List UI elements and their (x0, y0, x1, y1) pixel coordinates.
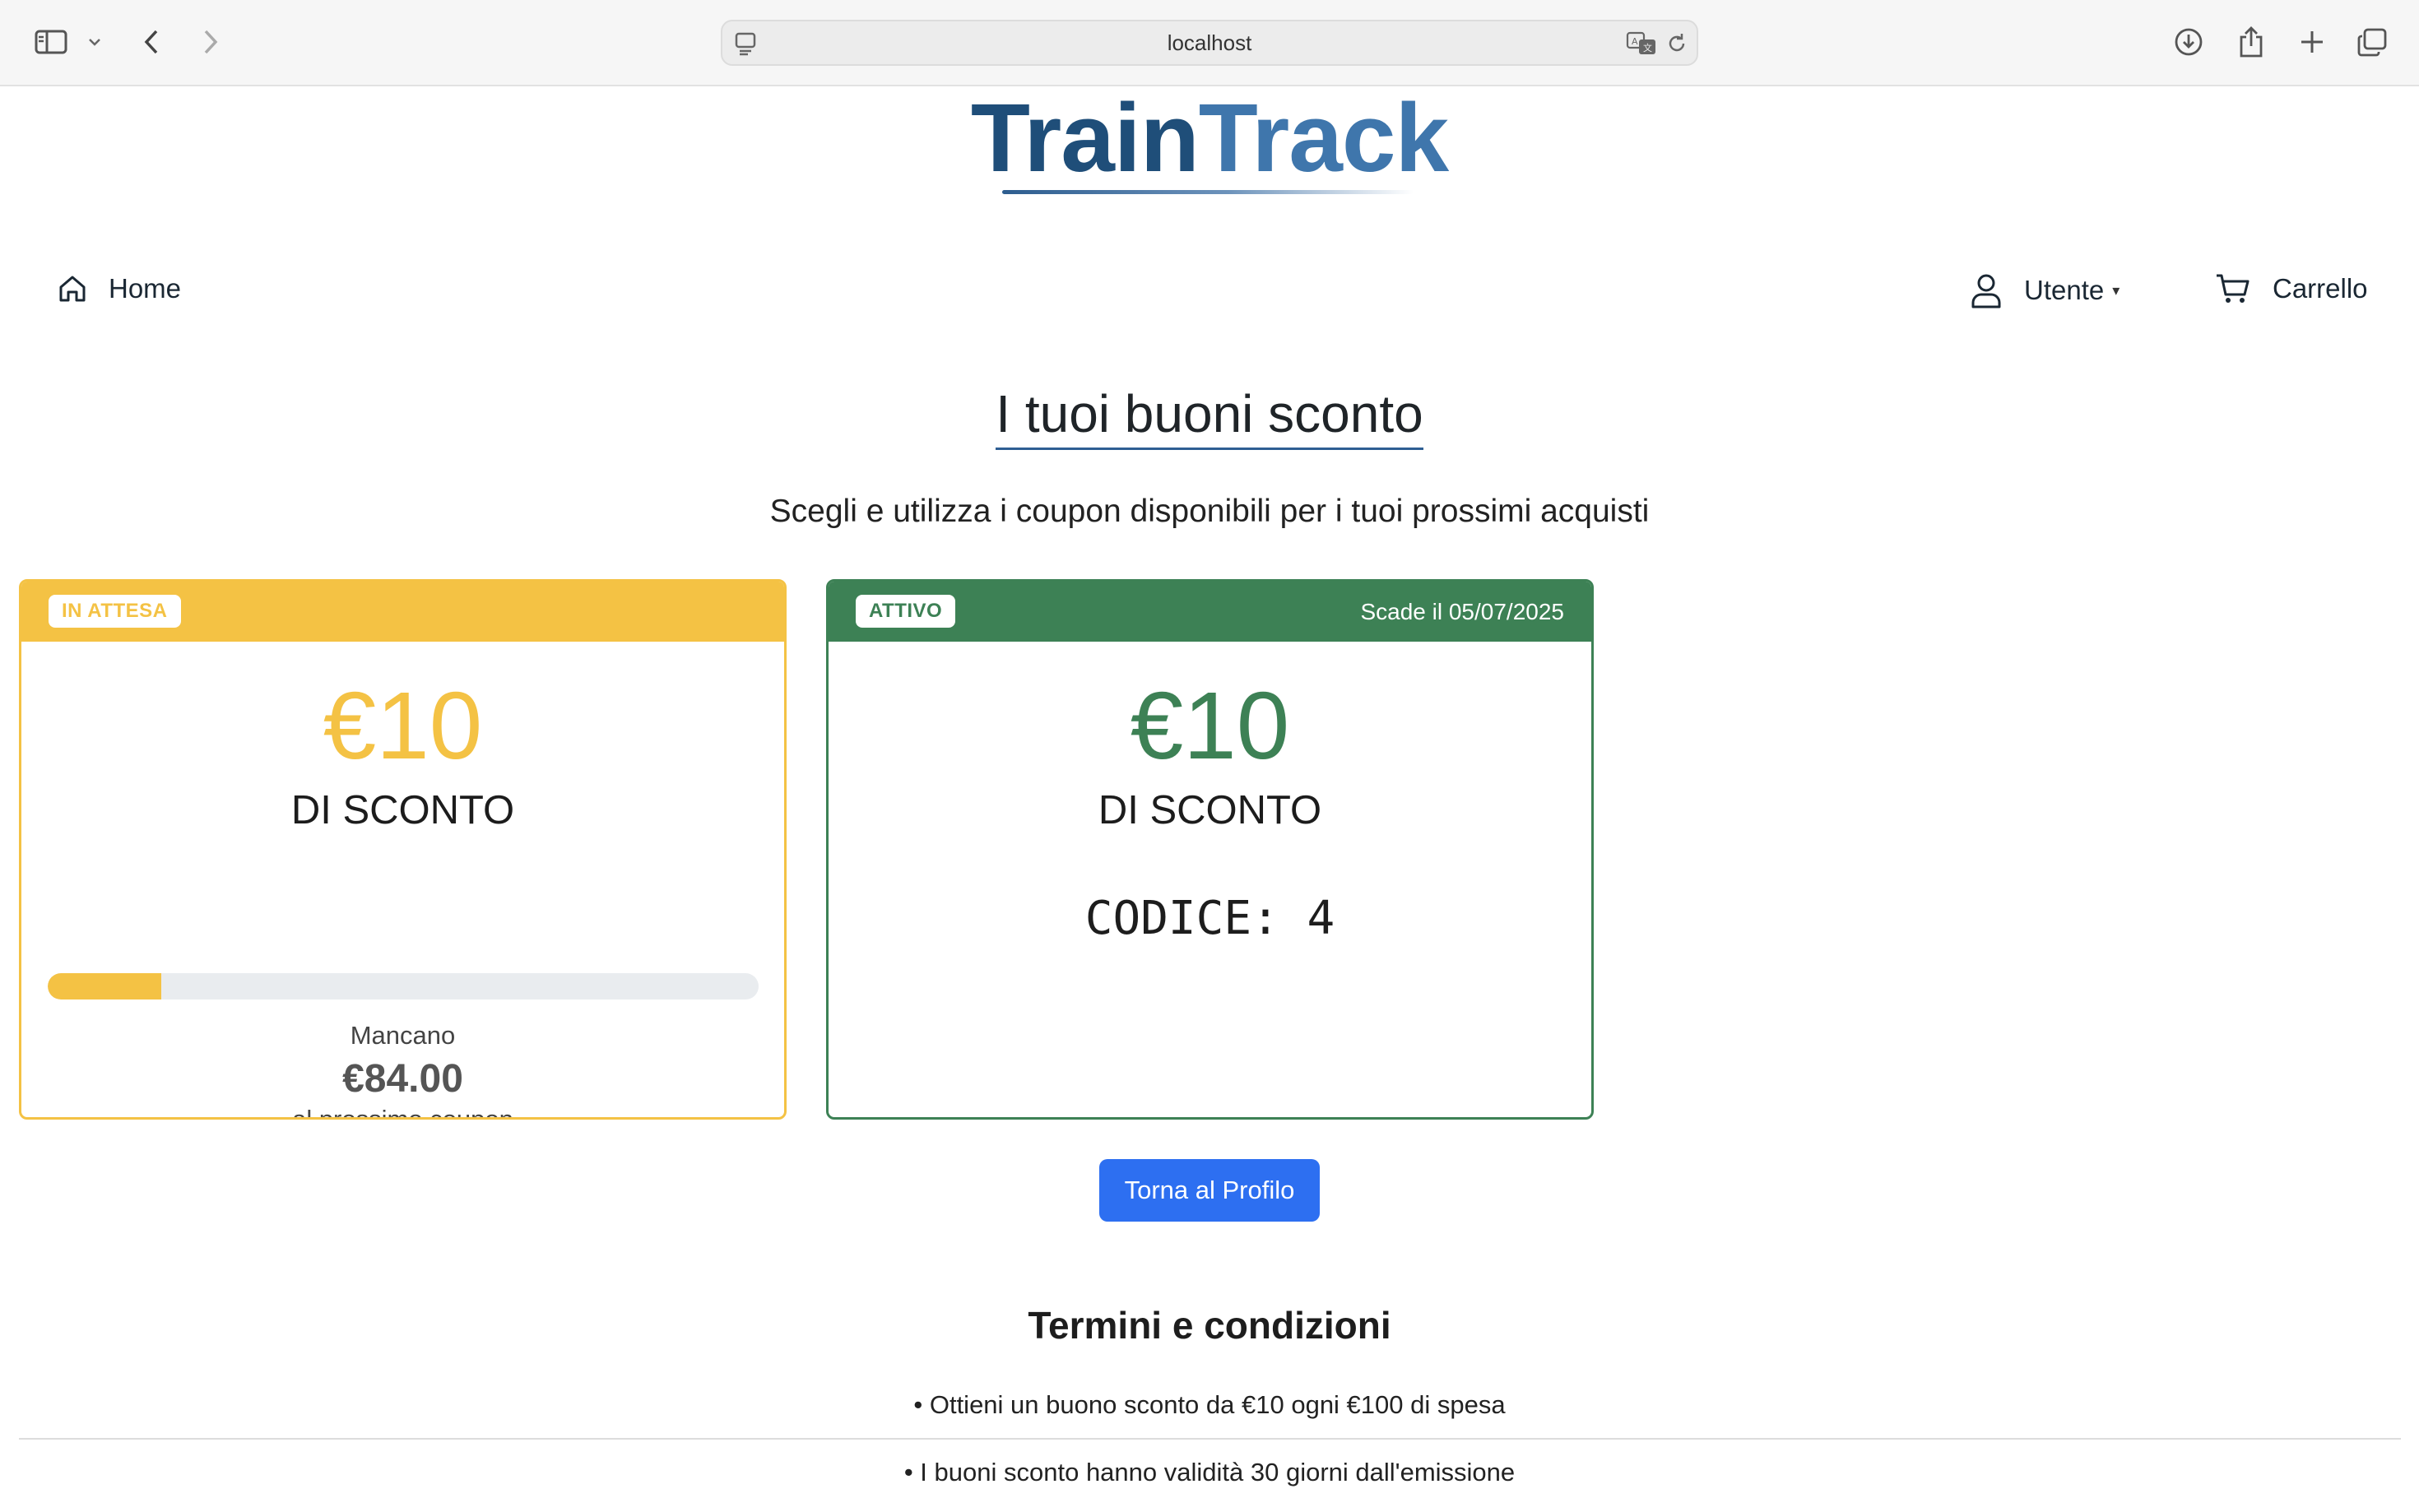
coupon-amount-label: DI SCONTO (1098, 788, 1322, 833)
svg-text:A: A (1632, 36, 1638, 47)
nav-cart[interactable]: Carrello (2215, 272, 2368, 305)
coupon-expiry: Scade il 05/07/2025 (1360, 599, 1564, 624)
coupon-code[interactable]: CODICE: 4 (829, 890, 1591, 948)
share-icon[interactable] (2233, 21, 2269, 63)
site-logo[interactable]: TrainTrack (0, 85, 2419, 192)
back-icon[interactable] (135, 21, 168, 63)
terms-item: • I buoni sconto hanno validità 30 giorn… (903, 1458, 1516, 1486)
nav-cart-label: Carrello (2273, 273, 2368, 304)
cart-icon (2215, 272, 2251, 305)
logo-part-train: Train (970, 84, 1200, 192)
browser-toolbar: localhost A文 (0, 0, 2419, 86)
page-subtitle: Scegli e utilizza i coupon disponibili p… (769, 494, 1650, 529)
translate-icon[interactable]: A文 (1626, 31, 1659, 56)
plus-icon[interactable] (2294, 21, 2330, 63)
coupon-progress-fill (48, 973, 162, 999)
terms-item: • Ottieni un buono sconto da €10 ogni €1… (913, 1390, 1506, 1419)
coupon-amount-label: DI SCONTO (290, 788, 515, 833)
coupon-progress-bar (48, 973, 759, 999)
chevron-down-icon[interactable] (82, 21, 107, 63)
chevron-down-icon: ▾ (2112, 281, 2120, 299)
status-badge: IN ATTESA (49, 595, 181, 628)
remaining-suffix: al prossimo coupon (292, 1105, 513, 1120)
nav-user-label: Utente (2024, 275, 2105, 305)
page-content: TrainTrack Home Utente ▾ Carrello I tuoi… (0, 85, 2419, 1512)
logo-part-track: Track (1198, 84, 1449, 192)
back-to-profile-button[interactable]: Torna al Profilo (1099, 1159, 1320, 1222)
nav-user-menu[interactable]: Utente ▾ (1970, 272, 2120, 308)
coupon-card-header: ATTIVO Scade il 05/07/2025 (829, 582, 1591, 642)
user-icon (1970, 272, 2003, 308)
address-bar[interactable]: localhost A文 (721, 20, 1698, 66)
download-icon[interactable] (2171, 21, 2207, 63)
coupon-amount: €10 (1130, 672, 1290, 779)
tabs-icon[interactable] (2353, 21, 2391, 63)
svg-text:文: 文 (1643, 42, 1652, 53)
title-underline (996, 448, 1423, 450)
reload-icon[interactable] (1665, 31, 1688, 56)
status-badge: ATTIVO (856, 595, 956, 628)
forward-icon[interactable] (194, 21, 227, 63)
remaining-label: Mancano (350, 1021, 456, 1050)
nav-home[interactable]: Home (56, 272, 181, 305)
nav-home-label: Home (109, 273, 182, 304)
terms-title: Termini e condizioni (1028, 1304, 1391, 1347)
coupon-amount: €10 (323, 672, 483, 779)
logo-underline (1002, 190, 1414, 194)
url-text: localhost (1167, 30, 1252, 55)
divider (19, 1438, 2401, 1440)
remaining-amount: €84.00 (342, 1057, 463, 1101)
home-icon (56, 272, 89, 305)
page-title: I tuoi buoni sconto (996, 384, 1423, 443)
coupon-card-header: IN ATTESA (21, 582, 784, 642)
coupon-card-pending: IN ATTESA €10 DI SCONTO Mancano €84.00 a… (19, 579, 787, 1120)
sidebar-icon[interactable] (30, 21, 72, 63)
coupon-card-active: ATTIVO Scade il 05/07/2025 €10 DI SCONTO… (826, 579, 1594, 1120)
